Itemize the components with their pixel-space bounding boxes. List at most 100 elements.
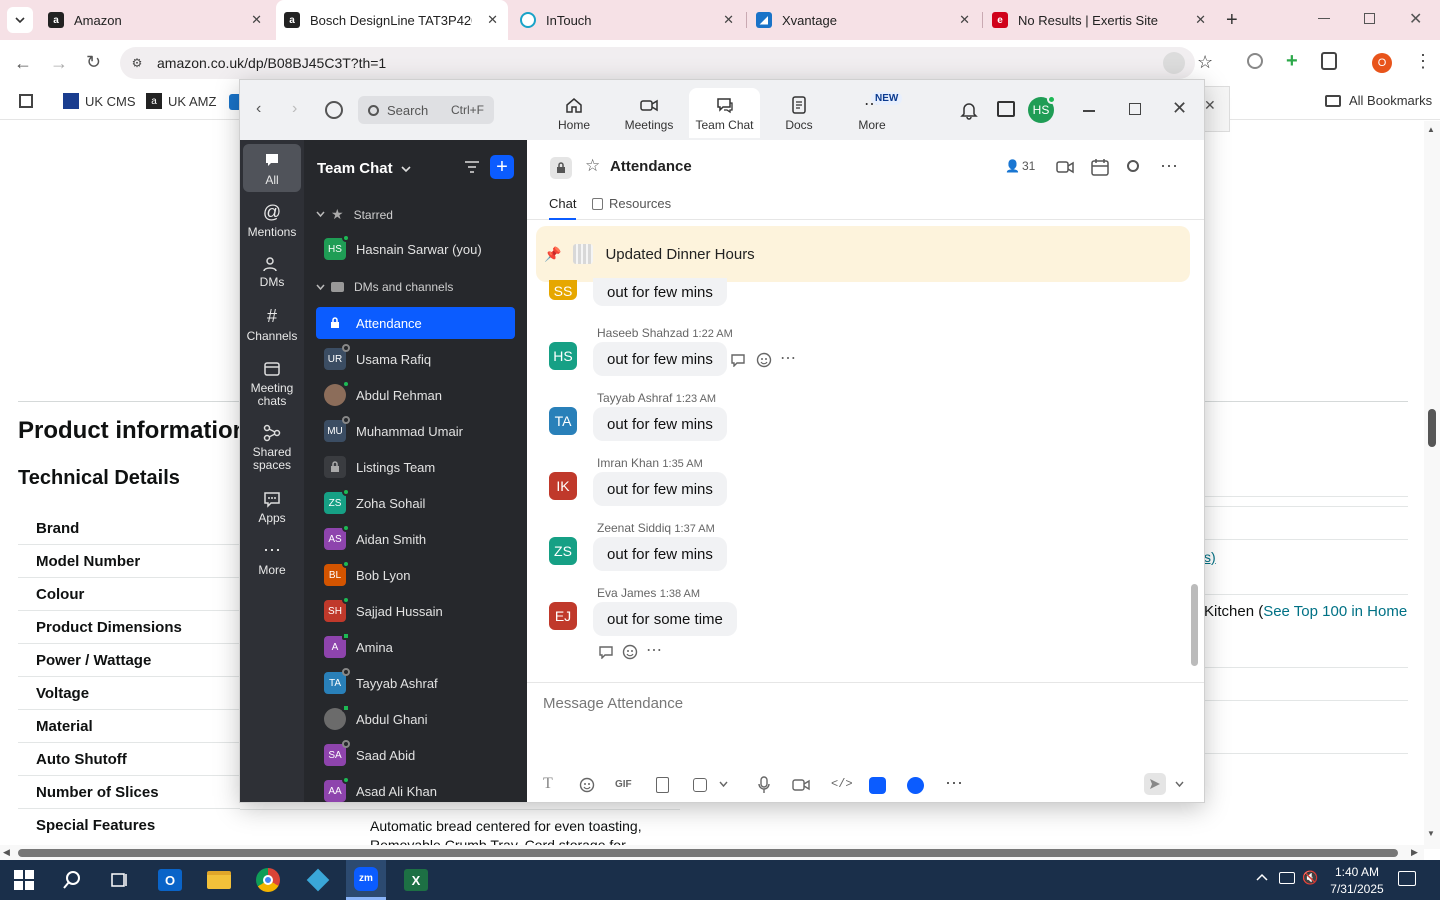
microphone-icon[interactable] xyxy=(758,776,770,794)
whiteboard-icon[interactable] xyxy=(997,101,1015,117)
volume-icon[interactable]: 🔇 xyxy=(1302,870,1318,886)
app-blue-icon[interactable] xyxy=(869,777,886,794)
sidebar-title[interactable]: Team Chat xyxy=(317,160,411,177)
page-horizontal-scrollbar[interactable]: ◀ ▶ xyxy=(0,845,1424,860)
nav-home[interactable]: Home xyxy=(547,88,601,138)
outlook-icon[interactable]: O xyxy=(154,864,186,896)
star-icon[interactable]: ☆ xyxy=(585,156,600,176)
scroll-right-arrow[interactable]: ▶ xyxy=(1411,847,1418,858)
scroll-up-arrow[interactable]: ▲ xyxy=(1427,125,1435,134)
nav-docs[interactable]: Docs xyxy=(772,88,826,138)
close-window-icon[interactable]: ✕ xyxy=(1409,9,1422,29)
members-count[interactable]: 👤 31 xyxy=(1005,159,1035,173)
chrome-icon[interactable] xyxy=(252,864,284,896)
ranking-link-fragment[interactable]: s) xyxy=(1204,549,1216,565)
nav-meetings[interactable]: Meetings xyxy=(618,88,680,138)
sidebar-item-attendance[interactable]: Attendance xyxy=(316,307,515,339)
filter-icon[interactable] xyxy=(464,160,480,174)
rail-more[interactable]: ⋯ More xyxy=(243,540,301,577)
sidebar-item-amina[interactable]: A Amina xyxy=(316,631,515,663)
code-block-icon[interactable]: </> xyxy=(831,777,853,791)
channel-title[interactable]: Attendance xyxy=(610,158,692,175)
file-icon[interactable] xyxy=(656,777,669,793)
message-item[interactable]: Tayyab Ashraf 1:23 AM TA out for few min… xyxy=(549,389,1149,449)
rail-dms[interactable]: DMs xyxy=(243,256,301,289)
emoji-icon[interactable] xyxy=(618,640,642,664)
search-icon[interactable] xyxy=(56,864,88,896)
profile-avatar[interactable]: O xyxy=(1372,53,1392,73)
close-icon[interactable]: ✕ xyxy=(1195,12,1206,28)
tab-amazon[interactable]: a Amazon ✕ xyxy=(40,0,272,40)
gif-icon[interactable]: GIF xyxy=(615,779,632,790)
translate-icon[interactable] xyxy=(1247,53,1263,69)
reply-icon[interactable] xyxy=(594,640,618,664)
sidebar-item-aidan[interactable]: AS Aidan Smith xyxy=(316,523,515,555)
nav-team-chat[interactable]: Team Chat xyxy=(689,88,760,138)
scroll-down-arrow[interactable]: ▼ xyxy=(1427,829,1435,838)
close-icon[interactable]: ✕ xyxy=(251,12,262,28)
apps-grid-icon[interactable] xyxy=(19,94,33,108)
starred-section-header[interactable]: ★ Starred xyxy=(316,206,393,223)
chat-scrollbar-thumb[interactable] xyxy=(1191,584,1198,666)
reply-icon[interactable] xyxy=(726,348,750,372)
more-options-icon[interactable]: ⋯ xyxy=(1160,156,1178,177)
sidebar-item-listings-team[interactable]: Listings Team xyxy=(316,451,515,483)
tab-search-button[interactable] xyxy=(7,7,33,33)
site-info-icon[interactable]: ⚙ xyxy=(128,54,146,72)
all-bookmarks[interactable]: All Bookmarks xyxy=(1325,93,1432,108)
scroll-left-arrow[interactable]: ◀ xyxy=(3,847,10,858)
sidebar-item-usama[interactable]: UR Usama Rafiq xyxy=(316,343,515,375)
sidebar-item-abdul-rehman[interactable]: Abdul Rehman xyxy=(316,379,515,411)
emoji-icon[interactable] xyxy=(752,348,776,372)
scrollbar-thumb[interactable] xyxy=(18,849,1398,857)
lens-icon[interactable] xyxy=(1163,52,1185,74)
rail-channels[interactable]: # Channels xyxy=(243,306,301,343)
more-options-icon[interactable]: ⋯ xyxy=(945,773,963,794)
tab-bosch[interactable]: a Bosch DesignLine TAT3P420GB ✕ xyxy=(276,0,508,40)
pinned-message-banner[interactable]: 📌 Updated Dinner Hours xyxy=(536,226,1190,282)
search-icon[interactable] xyxy=(1127,160,1139,172)
search-input[interactable]: Search Ctrl+F xyxy=(358,96,494,124)
address-bar[interactable]: ⚙ amazon.co.uk/dp/B08BJ45C3T?th=1 xyxy=(120,47,1195,79)
task-view-icon[interactable] xyxy=(104,864,136,896)
minimize-icon[interactable] xyxy=(1318,18,1330,19)
notifications-icon[interactable] xyxy=(1398,871,1416,886)
extension-plus-icon[interactable]: + xyxy=(1286,50,1298,73)
file-explorer-icon[interactable] xyxy=(203,864,235,896)
close-icon[interactable]: ✕ xyxy=(959,12,970,28)
sidebar-item-sajjad[interactable]: SH Sajjad Hussain xyxy=(316,595,515,627)
bookmark-uk-amz[interactable]: a UK AMZ xyxy=(146,93,216,109)
more-options-icon[interactable]: ⋯ xyxy=(642,638,666,662)
tab-intouch[interactable]: InTouch ✕ xyxy=(512,0,744,40)
sidebar-item-asad[interactable]: AA Asad Ali Khan xyxy=(316,775,515,807)
page-vertical-scrollbar[interactable]: ▲ ▼ xyxy=(1424,121,1440,849)
tray-chevron-icon[interactable] xyxy=(1256,872,1268,882)
excel-icon[interactable]: X xyxy=(400,864,432,896)
sidebar-item-zoha[interactable]: ZS Zoha Sohail xyxy=(316,487,515,519)
more-options-icon[interactable]: ⋯ xyxy=(776,346,800,370)
rail-mentions[interactable]: @ Mentions xyxy=(243,202,301,239)
tab-chat[interactable]: Chat xyxy=(549,196,577,220)
notification-bell-icon[interactable] xyxy=(960,100,978,120)
back-icon[interactable]: ← xyxy=(14,53,32,74)
bookmark-uk-cms[interactable]: UK CMS xyxy=(63,93,136,109)
sidebar-item-bob[interactable]: BL Bob Lyon xyxy=(316,559,515,591)
rail-apps[interactable]: Apps xyxy=(243,490,301,525)
app-diamond-icon[interactable] xyxy=(302,864,334,896)
new-tab-button[interactable]: + xyxy=(1226,10,1238,30)
message-item[interactable]: Zeenat Siddiq 1:37 AM ZS out for few min… xyxy=(549,519,1149,579)
reload-icon[interactable]: ↻ xyxy=(86,52,101,73)
sidebar-item-tayyab[interactable]: TA Tayyab Ashraf xyxy=(316,667,515,699)
chevron-down-icon[interactable] xyxy=(719,780,728,789)
sidebar-item-muhammad-umair[interactable]: MU Muhammad Umair xyxy=(316,415,515,447)
windows-start-icon[interactable] xyxy=(8,864,40,896)
maximize-icon[interactable] xyxy=(1129,103,1141,115)
video-message-icon[interactable] xyxy=(792,779,810,791)
bookmark-star-icon[interactable]: ☆ xyxy=(1197,52,1213,73)
rail-all[interactable]: All xyxy=(243,144,301,192)
message-item[interactable]: SS out for few mins xyxy=(549,278,1149,310)
minimize-icon[interactable] xyxy=(1083,110,1095,112)
tab-resources[interactable]: Resources xyxy=(592,196,671,211)
screenshot-icon[interactable] xyxy=(693,778,707,792)
extensions-icon[interactable] xyxy=(1321,52,1337,70)
